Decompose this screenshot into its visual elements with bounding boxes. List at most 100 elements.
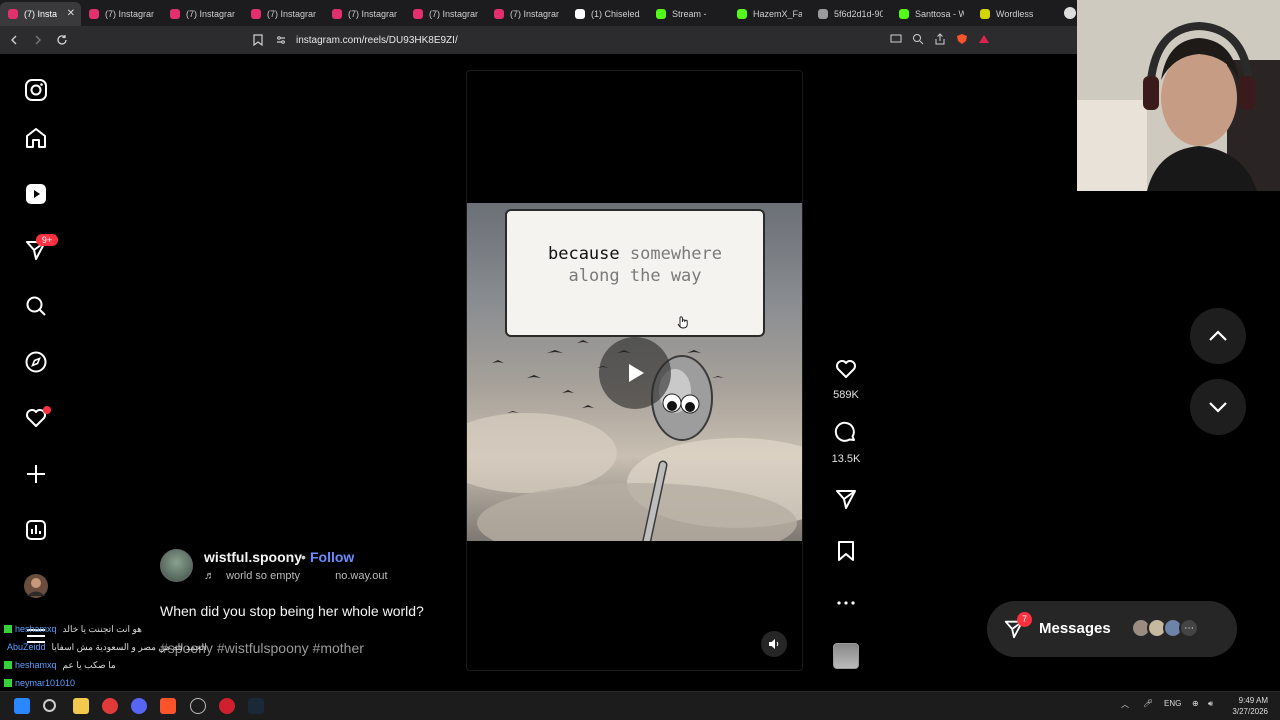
browser-tab[interactable]: Wordless	[972, 2, 1053, 26]
clock-time: 9:49 AM	[1238, 696, 1268, 705]
author-separator: •	[301, 549, 306, 565]
chat-user: heshamxq	[15, 660, 57, 670]
dashboard-icon[interactable]	[22, 516, 50, 544]
chat-message: AbuZeidd الحمد لله من مصر و السعودية مش ا…	[4, 638, 207, 656]
clock-date: 3/27/2026	[1232, 707, 1268, 716]
address-bar[interactable]: instagram.com/reels/DU93HK8E9ZI/	[246, 30, 990, 50]
tab-label: (1) ChiseledA	[591, 9, 640, 19]
messages-panel-button[interactable]: 7 Messages ⋯	[987, 601, 1237, 657]
follow-button[interactable]: Follow	[310, 549, 354, 565]
file-explorer-icon[interactable]	[73, 698, 89, 714]
browser-tab[interactable]: Santtosa - W	[891, 2, 972, 26]
google-tab-icon[interactable]	[1064, 7, 1076, 19]
language-indicator[interactable]: ENG	[1164, 699, 1181, 708]
chat-user: heshamxq	[15, 624, 57, 634]
app-icon[interactable]	[102, 698, 118, 714]
reel-video-player[interactable]: because somewhere along the way	[466, 70, 803, 671]
share-icon	[836, 490, 856, 509]
browser-tab[interactable]: (7) Insta ✕	[0, 2, 81, 26]
browser-tab[interactable]: (7) Instagram	[486, 2, 567, 26]
clock[interactable]: 9:49 AM 3/27/2026	[1226, 695, 1268, 717]
author-username[interactable]: wistful.spoony	[204, 549, 302, 565]
comment-button[interactable]: 13.5K	[826, 421, 866, 465]
author-avatar[interactable]	[160, 549, 193, 582]
browser-toolbar: instagram.com/reels/DU93HK8E9ZI/	[0, 26, 1078, 54]
webcam-overlay	[1077, 0, 1280, 191]
browser-tab[interactable]: 5f6d2d1d-90	[810, 2, 891, 26]
reel-caption: When did you stop being her whole world?	[160, 603, 424, 619]
reload-icon[interactable]	[52, 30, 72, 50]
network-icon[interactable]: ⊕	[1192, 699, 1199, 708]
start-icon[interactable]	[14, 698, 30, 714]
tab-favicon-icon	[575, 9, 585, 19]
tab-favicon-icon	[170, 9, 180, 19]
profile-avatar[interactable]	[22, 572, 50, 600]
browser-tab[interactable]: (7) Instagram	[162, 2, 243, 26]
comment-icon	[834, 421, 855, 442]
instagram-logo-icon[interactable]	[22, 76, 50, 104]
steam-icon[interactable]	[248, 698, 264, 714]
reels-icon[interactable]	[22, 180, 50, 208]
home-icon[interactable]	[22, 124, 50, 152]
next-reel-button[interactable]	[1190, 379, 1246, 435]
tab-label: (7) Instagram	[267, 9, 316, 19]
share-icon[interactable]	[934, 33, 946, 45]
discord-icon[interactable]	[131, 698, 147, 714]
browser-tab[interactable]: (7) Instagram	[324, 2, 405, 26]
tab-label: (7) Instagram	[105, 9, 154, 19]
overlay-caption: because somewhere along the way	[507, 243, 763, 287]
zoom-icon[interactable]	[912, 33, 924, 45]
chat-message: neymar101010	[4, 674, 204, 692]
play-button[interactable]	[599, 337, 671, 409]
brave-rewards-icon[interactable]	[978, 33, 990, 45]
explore-icon[interactable]	[22, 348, 50, 376]
more-options-button[interactable]	[826, 591, 866, 620]
share-button[interactable]	[826, 487, 866, 516]
browser-tab[interactable]: (7) Instagram	[405, 2, 486, 26]
bookmark-icon	[838, 541, 854, 561]
instagram-sidebar: 9+	[0, 54, 72, 684]
music-note-icon: ♬	[204, 570, 215, 582]
like-button[interactable]: 589K	[826, 357, 866, 401]
app-icon[interactable]	[219, 698, 235, 714]
browser-tab[interactable]: HazemX_Fak	[729, 2, 810, 26]
overlay-text-light: somewhere	[629, 244, 723, 264]
tab-label: Santtosa - W	[915, 9, 964, 19]
tab-close-icon[interactable]: ✕	[67, 8, 75, 19]
original-audio-thumbnail[interactable]	[833, 643, 859, 669]
mic-icon[interactable]: 🎤︎	[1143, 699, 1153, 708]
chat-user: neymar101010	[15, 678, 76, 688]
cast-icon[interactable]	[890, 33, 902, 45]
browser-tab[interactable]: (7) Instagram	[81, 2, 162, 26]
like-count: 589K	[833, 389, 859, 401]
tab-favicon-icon	[899, 9, 909, 19]
back-icon[interactable]	[4, 30, 24, 50]
site-settings-icon[interactable]	[276, 35, 286, 45]
search-taskbar-icon[interactable]	[43, 699, 56, 712]
speech-bubble: because somewhere along the way	[505, 209, 765, 337]
previous-reel-button[interactable]	[1190, 308, 1246, 364]
chat-text: هو انت اتجننت يا خالد	[62, 623, 142, 634]
forward-icon[interactable]	[28, 30, 48, 50]
browser-tab[interactable]: (1) ChiseledA	[567, 2, 648, 26]
chat-message: heshamxq ما صكب يا عم	[4, 656, 204, 674]
brave-shield-icon[interactable]	[956, 33, 968, 45]
search-icon[interactable]	[22, 292, 50, 320]
brave-icon[interactable]	[160, 698, 176, 714]
browser-tab[interactable]: (7) Instagram	[243, 2, 324, 26]
play-icon	[629, 364, 644, 382]
obs-icon[interactable]	[190, 698, 206, 714]
volume-icon[interactable]: 🔊︎	[1208, 699, 1213, 709]
message-avatars: ⋯	[1131, 618, 1199, 638]
audio-artist: no.way.out	[335, 570, 388, 582]
chevron-down-icon	[1209, 402, 1227, 413]
audio-info[interactable]: ♬ world so empty no.way.out	[204, 570, 388, 582]
tab-label: Wordless	[996, 9, 1034, 19]
chat-user: AbuZeidd	[7, 642, 46, 652]
create-icon[interactable]	[22, 460, 50, 488]
save-button[interactable]	[826, 539, 866, 568]
tray-overflow-icon[interactable]: ︿	[1121, 699, 1129, 710]
browser-tab[interactable]: Stream -	[648, 2, 729, 26]
mute-toggle[interactable]	[761, 631, 787, 657]
stream-chat-overlay: heshamxq هو انت اتجننت يا خالد AbuZeidd ال…	[4, 620, 207, 692]
